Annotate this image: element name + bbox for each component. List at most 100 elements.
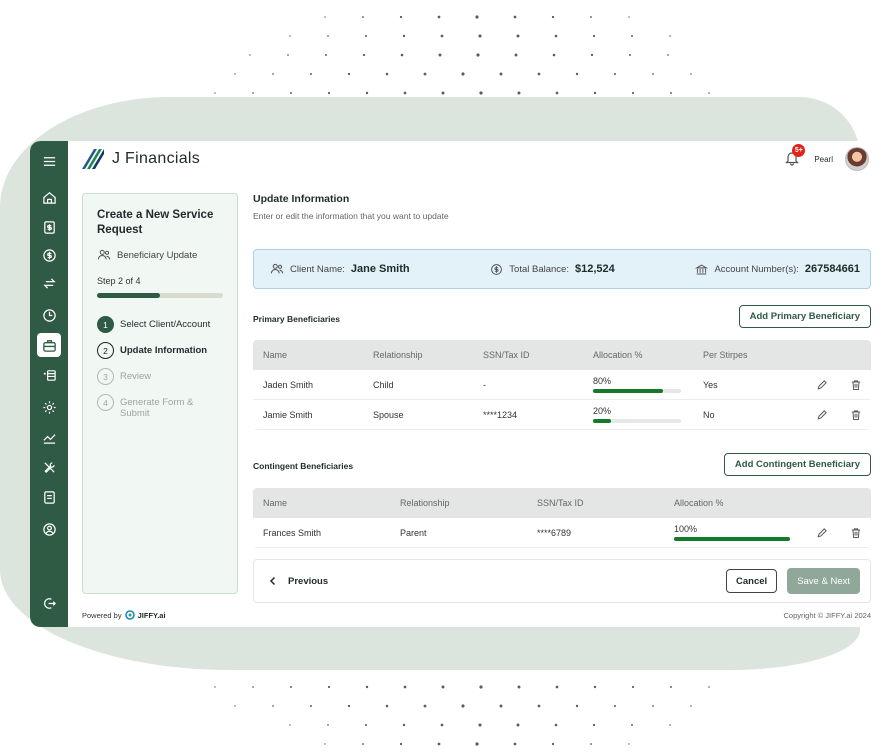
- decorative-dot: [667, 54, 669, 56]
- step-progress-fill: [97, 293, 160, 298]
- edit-button[interactable]: [815, 408, 829, 422]
- avatar[interactable]: [845, 147, 869, 171]
- decorative-dot: [592, 34, 596, 38]
- brand: J Financials: [82, 149, 200, 169]
- menu-icon[interactable]: [37, 149, 61, 173]
- decorative-dot: [631, 685, 635, 689]
- allocation-bar: [674, 537, 790, 541]
- decorative-dot: [362, 53, 366, 57]
- notifications-button[interactable]: 5+: [784, 144, 806, 168]
- add-primary-beneficiary-button[interactable]: Add Primary Beneficiary: [738, 305, 871, 328]
- decorative-dot: [364, 723, 368, 727]
- brand-name: J Financials: [112, 150, 201, 167]
- allocation-cell: 20%: [583, 406, 693, 423]
- contingent-beneficiaries-table: Name Relationship SSN/Tax ID Allocation …: [253, 488, 871, 548]
- tools-icon[interactable]: [37, 455, 61, 479]
- step-2[interactable]: 2 Update Information: [97, 342, 223, 359]
- step-label: Generate Form & Submit: [120, 397, 194, 419]
- beneficiary-ssn: ****6789: [537, 527, 572, 538]
- delete-button[interactable]: [849, 526, 863, 540]
- allocation-cell: 100%: [664, 524, 801, 541]
- allocation-bar: [593, 389, 681, 393]
- form-actions-bar: Previous Cancel Save & Next: [253, 559, 871, 603]
- decorative-dot: [441, 91, 445, 95]
- contingent-beneficiaries-label: Contingent Beneficiaries: [253, 461, 354, 471]
- money-stack-icon[interactable]: [37, 363, 61, 387]
- decorative-dot: [590, 743, 592, 745]
- per-stirpes: Yes: [703, 379, 718, 390]
- decorative-dot: [399, 742, 403, 746]
- allocation-bar-fill: [593, 389, 664, 393]
- account-number-label: Account Number(s):: [714, 263, 799, 275]
- decorative-dot: [670, 686, 672, 688]
- decorative-dot: [499, 704, 503, 708]
- beneficiary-ssn: ****1234: [483, 409, 518, 420]
- edit-button[interactable]: [815, 378, 829, 392]
- step-label: Review: [120, 371, 152, 382]
- decorative-dot: [365, 91, 369, 95]
- step-number: 4: [97, 394, 114, 411]
- decorative-dot: [516, 723, 520, 727]
- decorative-dot: [400, 53, 404, 57]
- decorative-dot: [440, 34, 444, 38]
- decorative-dot: [327, 724, 329, 726]
- account-circle-icon[interactable]: [37, 517, 61, 541]
- decorative-dot: [629, 54, 631, 56]
- decorative-dot: [517, 685, 521, 689]
- decorative-dot: [234, 73, 236, 75]
- decorative-dot: [652, 73, 654, 75]
- primary-beneficiaries-table: Name Relationship SSN/Tax ID Allocation …: [253, 340, 871, 430]
- cancel-button[interactable]: Cancel: [726, 569, 778, 593]
- decorative-dot: [461, 72, 465, 76]
- briefcase-icon[interactable]: [37, 333, 61, 357]
- decorative-dot: [347, 704, 351, 708]
- decorative-dot: [214, 92, 216, 94]
- decorative-dot: [423, 704, 427, 708]
- chart-icon[interactable]: [37, 425, 61, 449]
- total-balance-value: $12,524: [574, 263, 615, 275]
- jiffy-logo-icon: [124, 610, 135, 620]
- decorative-dot: [708, 686, 710, 688]
- step-label: Select Client/Account: [120, 319, 211, 330]
- allocation-cell: 80%: [583, 376, 693, 393]
- decorative-dot: [290, 686, 292, 688]
- step-1[interactable]: 1 Select Client/Account: [97, 316, 223, 333]
- decorative-dot: [514, 53, 518, 57]
- document-dollar-icon[interactable]: [37, 215, 61, 239]
- powered-by: Powered by JIFFY.ai: [82, 610, 166, 620]
- client-name-item: Client Name: Jane Smith: [270, 262, 410, 276]
- add-contingent-beneficiary-button[interactable]: Add Contingent Beneficiary: [723, 453, 871, 476]
- table-row: Jaden Smith Child - 80% Yes: [253, 370, 871, 400]
- beneficiary-name: Jaden Smith: [263, 379, 314, 390]
- decorative-dot: [437, 15, 441, 19]
- save-next-button[interactable]: Save & Next: [787, 568, 860, 594]
- delete-button[interactable]: [849, 378, 863, 392]
- notes-icon[interactable]: [37, 485, 61, 509]
- decorative-dot: [613, 72, 617, 76]
- decorative-dot: [441, 685, 445, 689]
- decorative-dot: [537, 704, 541, 708]
- decorative-dot: [476, 53, 480, 57]
- decorative-dot: [554, 34, 558, 38]
- decorative-dot: [631, 724, 633, 726]
- decorative-dot: [708, 92, 710, 94]
- decorative-dot: [214, 686, 216, 688]
- decorative-dot: [289, 35, 291, 37]
- settings-icon[interactable]: [37, 395, 61, 419]
- decorative-dot: [555, 91, 559, 95]
- dollar-circle-icon[interactable]: [37, 243, 61, 267]
- decorative-dot: [517, 91, 521, 95]
- clock-icon[interactable]: [37, 303, 61, 327]
- previous-button[interactable]: Previous: [268, 576, 328, 587]
- decorative-dot: [461, 704, 465, 708]
- home-icon[interactable]: [37, 185, 61, 209]
- delete-button[interactable]: [849, 408, 863, 422]
- edit-button[interactable]: [815, 526, 829, 540]
- decorative-dot: [537, 72, 541, 76]
- logout-icon[interactable]: [37, 591, 61, 615]
- decorative-dot: [327, 685, 331, 689]
- beneficiary-relationship: Child: [373, 379, 394, 390]
- transfer-icon[interactable]: [37, 271, 61, 295]
- copyright: Copyright © JIFFY.ai 2024: [783, 611, 871, 620]
- decorative-dot: [475, 742, 479, 746]
